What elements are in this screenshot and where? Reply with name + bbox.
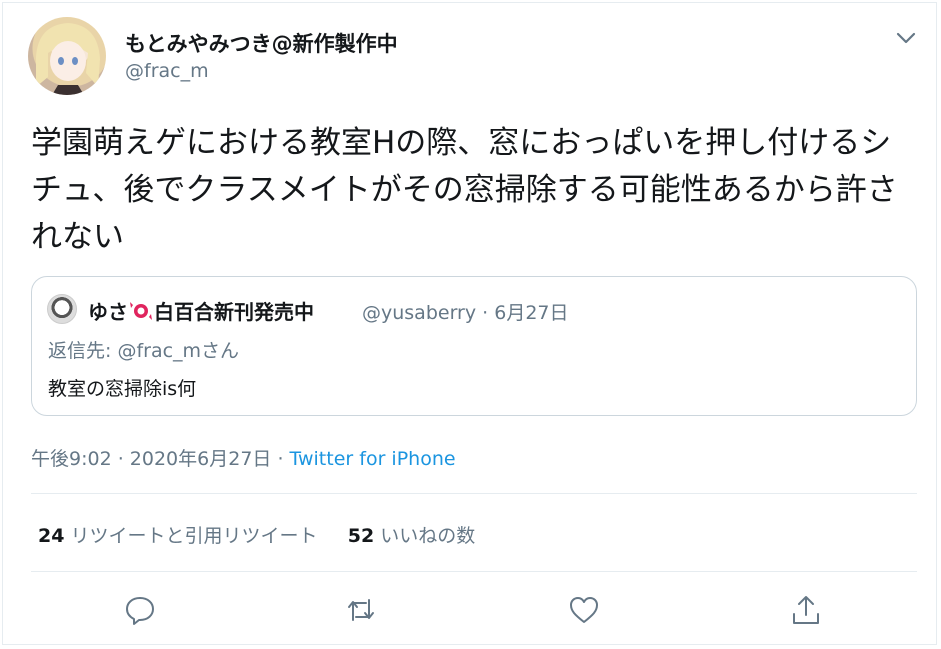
retweets-count: 24: [38, 525, 65, 547]
retweets-label: リツイートと引用リツイート: [70, 525, 318, 547]
likes-stat[interactable]: 52 いいねの数: [348, 525, 476, 547]
quoted-name-suffix: 白百合新刊発売中: [154, 300, 314, 324]
tweet-timestamp: 午後9:02 · 2020年6月27日 · Twitter for iPhone: [31, 444, 456, 471]
quoted-text: 教室の窓掃除is何: [48, 378, 197, 400]
heart-icon[interactable]: [567, 593, 601, 627]
chevron-down-icon[interactable]: [893, 27, 919, 49]
author-avatar[interactable]: [28, 17, 106, 95]
candy-emoji-icon: [129, 299, 153, 323]
quoted-avatar[interactable]: [47, 294, 77, 324]
quoted-display-name[interactable]: ゆさ 白百合新刊発売中: [88, 296, 314, 325]
quoted-meta[interactable]: @yusaberry · 6月27日: [362, 298, 569, 325]
retweet-icon[interactable]: [344, 593, 378, 627]
divider: [31, 571, 917, 572]
share-icon[interactable]: [789, 593, 823, 627]
author-handle[interactable]: @frac_m: [125, 60, 209, 82]
timestamp-separator: ·: [271, 448, 290, 470]
tweet-time[interactable]: 午後9:02 · 2020年6月27日: [31, 448, 271, 470]
likes-count: 52: [347, 525, 375, 547]
tweet-source-link[interactable]: Twitter for iPhone: [290, 448, 456, 470]
tweet-stats: 24 リツイートと引用リツイート 52 いいねの数: [38, 521, 475, 548]
divider: [31, 493, 917, 494]
retweets-stat[interactable]: 24 リツイートと引用リツイート: [38, 525, 318, 547]
quoted-reply-to: 返信先: @frac_mさん: [48, 340, 240, 362]
likes-label: いいねの数: [380, 525, 476, 547]
tweet-card: もとみやみつき@新作製作中 @frac_m 学園萌えゲにおける教室Hの際、窓にお…: [2, 2, 937, 645]
reply-icon[interactable]: [123, 593, 157, 627]
quoted-tweet[interactable]: ゆさ 白百合新刊発売中 @yusaberry · 6月27日 返信先: @frac…: [31, 276, 917, 416]
tweet-text: 学園萌えゲにおける教室Hの際、窓におっぱいを押し付けるシチュ、後でクラスメイトが…: [31, 125, 898, 255]
quoted-name-prefix: ゆさ: [88, 300, 128, 324]
author-display-name[interactable]: もとみやみつき@新作製作中: [125, 28, 398, 58]
